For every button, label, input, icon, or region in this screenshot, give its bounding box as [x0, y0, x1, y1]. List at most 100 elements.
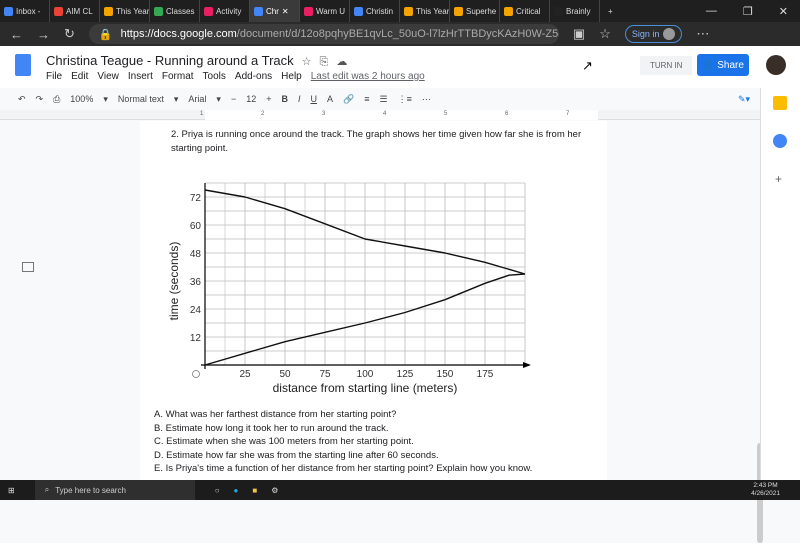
more-icon[interactable]: ⋯ [696, 26, 709, 42]
browser-tab[interactable]: Chr ✕ [250, 0, 300, 22]
lock-icon: 🔒 [98, 28, 113, 41]
ruler[interactable]: 1 2 3 4 5 6 7 [0, 110, 760, 120]
avatar[interactable] [766, 55, 786, 75]
italic-button[interactable]: I [298, 94, 301, 104]
add-icon[interactable]: + [775, 172, 786, 186]
minimize-icon[interactable]: — [706, 5, 717, 18]
close-icon[interactable]: ✕ [779, 5, 788, 18]
question-list: A. What was her farthest distance from h… [154, 408, 532, 476]
person-icon: 👤 [702, 59, 715, 71]
browser-tab[interactable]: Activity [200, 0, 250, 22]
document-canvas: 2. Priya is running once around the trac… [0, 121, 763, 543]
chevron-down-icon[interactable]: ▾ [103, 94, 108, 105]
turn-in-button[interactable]: TURN IN [640, 56, 693, 75]
star-icon[interactable]: ☆ [302, 56, 312, 68]
y-tick-label: 48 [190, 249, 202, 260]
tab-strip: Inbox - AIM CL This Year Classes Activity Ch… [0, 0, 800, 22]
url-field[interactable]: 🔒 https://docs.google.com/document/d/12o8… [88, 24, 559, 44]
menu-tools[interactable]: Tools [203, 71, 226, 82]
back-icon[interactable]: ← [10, 27, 23, 42]
menu-add-ons[interactable]: Add-ons [235, 71, 272, 82]
browser-tab[interactable]: Inbox - [0, 0, 50, 22]
forward-icon[interactable]: → [37, 27, 50, 42]
edge-icon[interactable]: ● [234, 486, 239, 495]
share-button[interactable]: 👤 Share [697, 54, 749, 76]
menu-edit[interactable]: Edit [71, 71, 88, 82]
maximize-icon[interactable]: ❐ [743, 5, 753, 18]
bullet-list-icon[interactable]: ⋮≡ [398, 94, 412, 105]
ruler-mark: 5 [444, 111, 448, 117]
windows-start-icon[interactable]: ⊞ [8, 486, 15, 495]
browser-tab[interactable]: Superhe [450, 0, 500, 22]
browser-tab[interactable]: This Year [100, 0, 150, 22]
settings-icon[interactable]: ⚙ [271, 486, 278, 495]
text-color-button[interactable]: A [327, 94, 333, 104]
undo-icon[interactable]: ↶ [18, 94, 26, 105]
chevron-down-icon[interactable]: ▾ [174, 94, 179, 105]
favicon-icon [104, 6, 113, 16]
profile-icon [663, 28, 676, 40]
taskbar: ⊞ ⌕ Type here to search ○ ● ■ ⚙ 2:43 PM 4/… [0, 480, 800, 500]
extension-icon[interactable]: ▣ [573, 26, 585, 42]
favorites-icon[interactable]: ☆ [599, 26, 611, 42]
cloud-icon: ☁ [336, 56, 348, 68]
numbered-list-icon[interactable]: ☰ [380, 94, 388, 105]
link-icon[interactable]: 🔗 [343, 94, 354, 105]
taskbar-search[interactable]: ⌕ Type here to search [34, 480, 195, 500]
edit-mode-icon[interactable]: ✎▾ [738, 94, 760, 105]
font-size-field[interactable]: 12 [246, 94, 256, 104]
more-icon[interactable]: ⋯ [422, 94, 431, 105]
toolbar: ↶ ↷ ⎙ 100% ▾ Normal text ▾ Arial ▾ −12 + BIUA … [0, 88, 760, 110]
file-explorer-icon[interactable]: ■ [252, 486, 257, 495]
menu-view[interactable]: View [97, 71, 119, 82]
doc-title[interactable]: Christina Teague - Running around a Trac… [46, 53, 347, 69]
favicon-icon [254, 6, 263, 16]
increase-size-button[interactable]: + [266, 94, 271, 104]
browser-tab[interactable]: Warm U [300, 0, 350, 22]
bold-button[interactable]: B [282, 94, 289, 104]
close-tab-icon[interactable]: ✕ [282, 7, 289, 16]
browser-tab[interactable]: Critical [500, 0, 550, 22]
cortana-icon[interactable]: ○ [215, 486, 220, 495]
calendar-icon[interactable] [773, 96, 787, 110]
decrease-size-button[interactable]: − [231, 94, 236, 104]
last-edit-link[interactable]: Last edit was 2 hours ago [311, 71, 425, 82]
outline-icon[interactable] [22, 262, 34, 272]
menu-format[interactable]: Format [162, 71, 194, 82]
browser-tab[interactable]: Classes [150, 0, 200, 22]
folder-icon[interactable]: ⎘ [320, 56, 329, 68]
font-select[interactable]: Arial [188, 94, 206, 104]
align-icon[interactable]: ≡ [364, 94, 369, 104]
reload-icon[interactable]: ↻ [64, 26, 75, 42]
x-tick-label: 25 [239, 369, 251, 380]
chevron-down-icon[interactable]: ▾ [216, 94, 221, 105]
print-icon[interactable]: ⎙ [53, 94, 60, 105]
activity-icon[interactable]: ↗ [582, 58, 593, 74]
favicon-icon [454, 6, 463, 16]
browser-tab[interactable]: Brainly [550, 0, 600, 22]
menu-file[interactable]: File [46, 71, 62, 82]
browser-tab[interactable]: Christin [350, 0, 400, 22]
browser-tab[interactable]: This Year [400, 0, 450, 22]
document-page[interactable]: 2. Priya is running once around the trac… [140, 121, 607, 480]
browser-tab[interactable]: AIM CL [50, 0, 100, 22]
menu-insert[interactable]: Insert [128, 71, 153, 82]
zoom-select[interactable]: 100% [70, 94, 93, 104]
clock[interactable]: 2:43 PM 4/26/2021 [751, 482, 800, 498]
redo-icon[interactable]: ↷ [36, 94, 44, 105]
favicon-icon [4, 6, 13, 16]
time-distance-chart: 25 50 75 100 125 150 175 12 24 36 48 60 72 distance f… [167, 182, 531, 395]
new-tab-icon[interactable]: + [600, 7, 621, 16]
docs-logo-icon[interactable] [15, 54, 31, 76]
favicon-icon [204, 6, 213, 16]
y-tick-label: 12 [190, 333, 202, 344]
sign-in-button[interactable]: Sign in [624, 25, 683, 43]
underline-button[interactable]: U [311, 94, 318, 104]
question-item: A. What was her farthest distance from h… [154, 409, 397, 420]
x-tick-label: 175 [477, 369, 494, 380]
style-select[interactable]: Normal text [118, 94, 164, 104]
x-axis-arrow [523, 362, 531, 368]
menu-help[interactable]: Help [281, 71, 302, 82]
question-item: C. Estimate when she was 100 meters from… [154, 436, 414, 447]
tasks-icon[interactable] [773, 134, 787, 148]
